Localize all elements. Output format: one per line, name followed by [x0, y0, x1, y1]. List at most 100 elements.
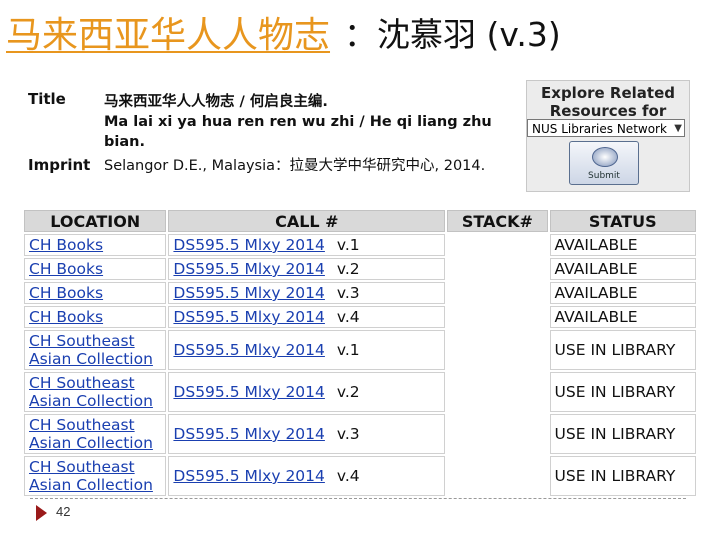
location-cell: CH Books [24, 282, 167, 304]
call-number-link[interactable]: DS595.5 Mlxy 2014 [173, 383, 324, 401]
status-cell: USE IN LIBRARY [549, 456, 696, 496]
location-cell: CH Southeast Asian Collection [24, 330, 167, 370]
location-link[interactable]: CH Southeast Asian Collection [29, 416, 153, 452]
stack-cell [447, 414, 548, 454]
imprint-field-label: Imprint [28, 156, 91, 174]
explore-title: Explore Related Resources for [541, 84, 675, 120]
call-number-cell: DS595.5 Mlxy 2014 v.1 [168, 330, 446, 370]
column-header-location: LOCATION [24, 210, 167, 232]
table-row: CH Southeast Asian Collection DS595.5 Mlx… [24, 456, 696, 496]
title-pinyin: Ma lai xi ya hua ren ren wu zhi / He qi … [104, 114, 492, 150]
volume-label: v.3 [336, 425, 360, 443]
stack-cell [447, 306, 548, 328]
table-row: CH Books DS595.5 Mlxy 2014 v.3 AVAILABLE [24, 282, 696, 304]
table-row: CH Southeast Asian Collection DS595.5 Mlx… [24, 414, 696, 454]
location-cell: CH Southeast Asian Collection [24, 456, 167, 496]
location-line-1: CH Southeast [29, 458, 135, 476]
call-number-link[interactable]: DS595.5 Mlxy 2014 [173, 260, 324, 278]
location-line-2: Asian Collection [29, 476, 153, 494]
location-line-2: Asian Collection [29, 350, 153, 368]
table-row: CH Books DS595.5 Mlxy 2014 v.1 AVAILABLE [24, 234, 696, 256]
location-cell: CH Books [24, 306, 167, 328]
stack-cell [447, 234, 548, 256]
catalog-record: Title 马来西亚华人人物志 / 何启良主编. Ma lai xi ya hu… [22, 80, 698, 502]
title-volume: (v.3) [486, 15, 561, 54]
stack-cell [447, 282, 548, 304]
volume-label: v.4 [336, 467, 360, 485]
location-line-2: Asian Collection [29, 434, 153, 452]
call-number-cell: DS595.5 Mlxy 2014 v.4 [168, 306, 446, 328]
page-arrow-icon [36, 505, 47, 521]
stack-cell [447, 456, 548, 496]
table-row: CH Books DS595.5 Mlxy 2014 v.4 AVAILABLE [24, 306, 696, 328]
call-number-cell: DS595.5 Mlxy 2014 v.4 [168, 456, 446, 496]
resource-network-selected: NUS Libraries Network [532, 122, 667, 136]
imprint-field-value: Selangor D.E., Malaysia：拉曼大学中华研究中心, 2014… [104, 158, 486, 174]
table-row: CH Books DS595.5 Mlxy 2014 v.2 AVAILABLE [24, 258, 696, 280]
volume-label: v.2 [336, 383, 360, 401]
call-number-link[interactable]: DS595.5 Mlxy 2014 [173, 467, 324, 485]
call-number-link[interactable]: DS595.5 Mlxy 2014 [173, 341, 324, 359]
title-link[interactable]: 马来西亚华人人物志 [6, 6, 330, 58]
location-link[interactable]: CH Southeast Asian Collection [29, 374, 153, 410]
status-cell: AVAILABLE [549, 282, 696, 304]
location-link[interactable]: CH Books [29, 308, 103, 326]
volume-label: v.1 [336, 236, 360, 254]
call-number-cell: DS595.5 Mlxy 2014 v.3 [168, 414, 446, 454]
holdings-table: LOCATION CALL # STACK# STATUS CH Books D… [22, 208, 698, 498]
location-cell: CH Southeast Asian Collection [24, 372, 167, 412]
status-cell: AVAILABLE [549, 306, 696, 328]
location-line-1: CH Southeast [29, 332, 135, 350]
column-header-status: STATUS [549, 210, 696, 232]
status-cell: AVAILABLE [549, 258, 696, 280]
status-cell: USE IN LIBRARY [549, 330, 696, 370]
location-line-1: CH Southeast [29, 416, 135, 434]
page-number: 42 [56, 504, 71, 519]
call-number-cell: DS595.5 Mlxy 2014 v.2 [168, 372, 446, 412]
title-zh: 马来西亚华人人物志 / 何启良主编. [104, 94, 328, 110]
column-header-stack: STACK# [447, 210, 548, 232]
stack-cell [447, 330, 548, 370]
volume-label: v.4 [336, 308, 360, 326]
location-cell: CH Books [24, 234, 167, 256]
column-header-call-number: CALL # [168, 210, 446, 232]
explore-related-panel: Explore Related Resources for NUS Librar… [526, 80, 690, 192]
location-link[interactable]: CH Southeast Asian Collection [29, 332, 153, 368]
title-field-label: Title [28, 90, 66, 108]
status-cell: USE IN LIBRARY [549, 372, 696, 412]
chevron-down-icon: ▼ [674, 123, 682, 134]
location-line-2: Asian Collection [29, 392, 153, 410]
title-rest: ：沈慕羽 (v.3) [344, 8, 561, 56]
call-number-cell: DS595.5 Mlxy 2014 v.1 [168, 234, 446, 256]
stack-cell [447, 372, 548, 412]
globe-icon [592, 147, 618, 167]
status-cell: USE IN LIBRARY [549, 414, 696, 454]
location-link[interactable]: CH Books [29, 284, 103, 302]
status-cell: AVAILABLE [549, 234, 696, 256]
location-line-1: CH Southeast [29, 374, 135, 392]
slide-title: 马来西亚华人人物志 ：沈慕羽 (v.3) [6, 4, 561, 60]
location-link[interactable]: CH Books [29, 260, 103, 278]
footer-divider [30, 498, 686, 499]
submit-button-label: Submit [588, 171, 620, 181]
table-row: CH Southeast Asian Collection DS595.5 Mlx… [24, 372, 696, 412]
volume-label: v.1 [336, 341, 360, 359]
call-number-link[interactable]: DS595.5 Mlxy 2014 [173, 308, 324, 326]
title-person-name: 沈慕羽 [377, 15, 477, 54]
stack-cell [447, 258, 548, 280]
title-separator: ： [344, 15, 378, 54]
call-number-link[interactable]: DS595.5 Mlxy 2014 [173, 284, 324, 302]
resource-network-select[interactable]: NUS Libraries Network ▼ [527, 119, 685, 137]
location-cell: CH Books [24, 258, 167, 280]
call-number-link[interactable]: DS595.5 Mlxy 2014 [173, 425, 324, 443]
location-link[interactable]: CH Books [29, 236, 103, 254]
call-number-link[interactable]: DS595.5 Mlxy 2014 [173, 236, 324, 254]
submit-button[interactable]: Submit [569, 141, 639, 185]
title-field-value: 马来西亚华人人物志 / 何启良主编. Ma lai xi ya hua ren … [104, 92, 504, 152]
location-link[interactable]: CH Southeast Asian Collection [29, 458, 153, 494]
call-number-cell: DS595.5 Mlxy 2014 v.3 [168, 282, 446, 304]
table-row: CH Southeast Asian Collection DS595.5 Mlx… [24, 330, 696, 370]
location-cell: CH Southeast Asian Collection [24, 414, 167, 454]
call-number-cell: DS595.5 Mlxy 2014 v.2 [168, 258, 446, 280]
volume-label: v.2 [336, 260, 360, 278]
